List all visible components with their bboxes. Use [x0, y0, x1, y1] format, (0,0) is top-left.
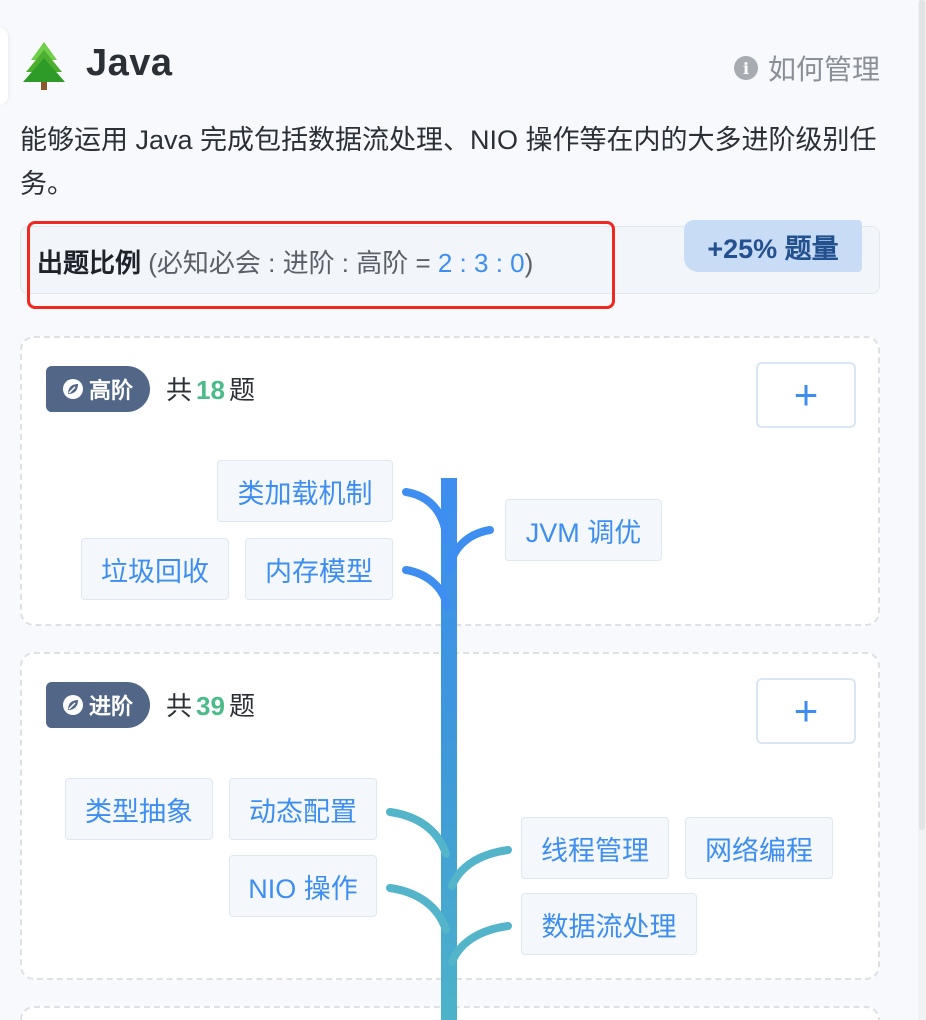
tree-icon [23, 42, 65, 90]
topic-chip[interactable]: NIO 操作 [229, 855, 377, 917]
skill-description: 能够运用 Java 完成包括数据流处理、NIO 操作等在内的大多进阶级别任务。 [20, 125, 877, 199]
info-icon: i [733, 56, 758, 80]
count-suffix: 题 [228, 375, 255, 405]
how-to-manage-link[interactable]: i 如何管理 [733, 48, 880, 88]
topic-chip[interactable]: 数据流处理 [521, 893, 697, 955]
topic-chip[interactable]: 线程管理 [521, 817, 669, 879]
add-topic-button[interactable]: + [756, 678, 856, 744]
add-topic-button[interactable]: + [756, 362, 856, 428]
how-to-manage-label: 如何管理 [767, 54, 880, 85]
header: Java i 如何管理 [22, 38, 880, 94]
count-suffix: 题 [228, 691, 255, 721]
highlight-box [27, 221, 615, 309]
scrollbar[interactable] [918, 0, 926, 1020]
scrollbar-thumb[interactable] [919, 0, 925, 830]
topic-chip[interactable]: 内存模型 [245, 538, 393, 600]
count-number: 39 [196, 691, 225, 721]
topic-chip[interactable]: 网络编程 [685, 817, 833, 879]
leaf-icon [62, 695, 83, 715]
question-count: 共 39 题 [166, 686, 255, 723]
count-number: 18 [196, 375, 225, 405]
section-basic [20, 1006, 880, 1020]
topic-chip[interactable]: 类型抽象 [65, 778, 213, 840]
topic-chip[interactable]: 类加载机制 [217, 460, 393, 522]
level-tag-mid: 进阶 [46, 682, 150, 728]
question-count: 共 18 题 [166, 370, 255, 407]
question-bonus-badge: +25% 题量 [684, 220, 862, 272]
level-tag-high: 高阶 [46, 366, 150, 412]
topic-chip[interactable]: 动态配置 [229, 778, 377, 840]
leaf-icon [62, 379, 83, 399]
count-prefix: 共 [166, 375, 193, 405]
topic-chip[interactable]: JVM 调优 [505, 499, 662, 561]
level-label: 高阶 [88, 378, 133, 403]
page-title: Java [86, 42, 173, 84]
level-label: 进阶 [88, 694, 133, 719]
count-prefix: 共 [166, 691, 193, 721]
topic-chip[interactable]: 垃圾回收 [81, 538, 229, 600]
side-panel-tab[interactable] [0, 28, 8, 104]
